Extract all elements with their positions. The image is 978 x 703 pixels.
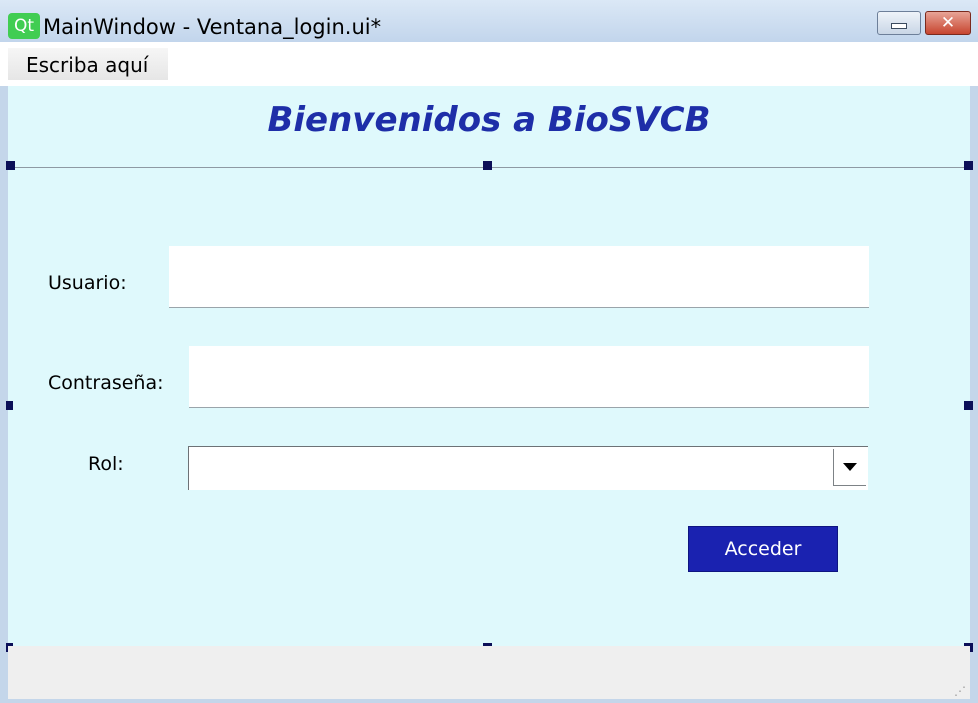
selection-handle[interactable] [6,401,13,410]
selection-handle[interactable] [964,401,973,410]
selection-handle[interactable] [483,161,492,170]
dropdown-arrow-button[interactable] [833,449,866,486]
selection-handle[interactable] [964,161,973,170]
chevron-down-icon [843,463,857,471]
minimize-button[interactable] [877,11,921,35]
password-input[interactable] [189,346,869,408]
rol-label: Rol: [88,453,124,475]
acceder-button[interactable]: Acceder [688,526,838,572]
rol-dropdown[interactable] [188,446,868,490]
status-bar: ⋰ [8,646,970,699]
password-label: Contraseña: [48,372,164,394]
main-window: Qt MainWindow - Ventana_login.ui* ✕ Escr… [0,0,978,703]
window-title: MainWindow - Ventana_login.ui* [43,15,382,39]
page-title: Bienvenidos a BioSVCB [267,100,711,140]
usuario-label: Usuario: [48,272,127,294]
menu-bar: Escriba aquí [0,42,978,86]
resize-grip-icon[interactable]: ⋰ [954,685,966,697]
close-button[interactable]: ✕ [925,11,971,35]
minimize-icon [891,23,907,29]
usuario-input[interactable] [169,246,869,308]
qt-logo-icon: Qt [8,13,40,39]
close-icon: ✕ [940,13,956,33]
menu-item-type-here[interactable]: Escriba aquí [8,48,168,80]
title-bar[interactable]: Qt MainWindow - Ventana_login.ui* ✕ [0,0,978,42]
selection-handle[interactable] [6,161,15,170]
